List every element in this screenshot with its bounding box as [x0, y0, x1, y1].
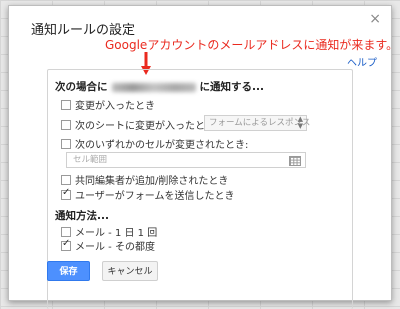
option-label: 次のいずれかのセルが変更されたとき: [75, 140, 249, 151]
option-label: ユーザーがフォームを送信したとき [75, 191, 235, 202]
trigger-heading-prefix: 次の場合に [55, 81, 108, 93]
sheet-select-value: フォームによるレスポンス [209, 118, 311, 128]
select-arrows-icon: ▲ ▼ [297, 115, 303, 130]
option-label: メール - 1 日 1 回 [75, 228, 158, 239]
option-email-immediate[interactable]: メール - その都度 [61, 238, 155, 253]
notification-rules-dialog: 通知ルールの設定 × Googleアカウントのメールアドレスに通知が来ます。 ヘ… [8, 5, 398, 309]
help-link[interactable]: ヘルプ [347, 54, 377, 69]
option-form-submit[interactable]: ユーザーがフォームを送信したとき [61, 187, 235, 202]
option-label: メール - その都度 [75, 242, 155, 253]
range-grid-icon[interactable] [289, 156, 301, 166]
annotation-text: Googleアカウントのメールアドレスに通知が来ます。 [105, 38, 399, 52]
sheet-change-checkbox[interactable] [61, 119, 71, 130]
option-label: 変更が入ったとき [75, 101, 155, 112]
option-collaborator-change[interactable]: 共同編集者が追加/削除されたとき [61, 172, 228, 187]
option-label: 共同編集者が追加/削除されたとき [75, 176, 229, 187]
cell-change-checkbox[interactable] [61, 138, 71, 149]
trigger-heading-suffix: に通知する... [199, 81, 264, 93]
cancel-button[interactable]: キャンセル [102, 261, 158, 281]
method-heading: 通知方法... [55, 210, 109, 222]
option-cell-change[interactable]: 次のいずれかのセルが変更されたとき: [61, 136, 248, 151]
email-immediate-checkbox[interactable] [61, 238, 71, 251]
close-icon[interactable]: × [369, 12, 381, 26]
option-email-daily[interactable]: メール - 1 日 1 回 [61, 224, 157, 239]
form-submit-checkbox[interactable] [61, 187, 71, 200]
email-daily-checkbox[interactable] [61, 226, 71, 237]
option-label: 次のシートに変更が入ったとき: [75, 121, 219, 132]
any-change-checkbox[interactable] [61, 99, 71, 110]
trigger-heading: 次の場合に に通知する... [55, 79, 264, 94]
collaborator-checkbox[interactable] [61, 174, 71, 185]
option-any-change[interactable]: 変更が入ったとき [61, 97, 155, 112]
cell-range-placeholder: セル範囲 [73, 155, 108, 165]
option-sheet-change[interactable]: 次のシートに変更が入ったとき: [61, 117, 218, 132]
sheet-select[interactable]: フォームによるレスポンス ▲ ▼ [204, 115, 311, 131]
cell-range-input[interactable]: セル範囲 [66, 152, 306, 168]
blurred-email [111, 82, 196, 92]
save-button[interactable]: 保存 [47, 261, 90, 281]
